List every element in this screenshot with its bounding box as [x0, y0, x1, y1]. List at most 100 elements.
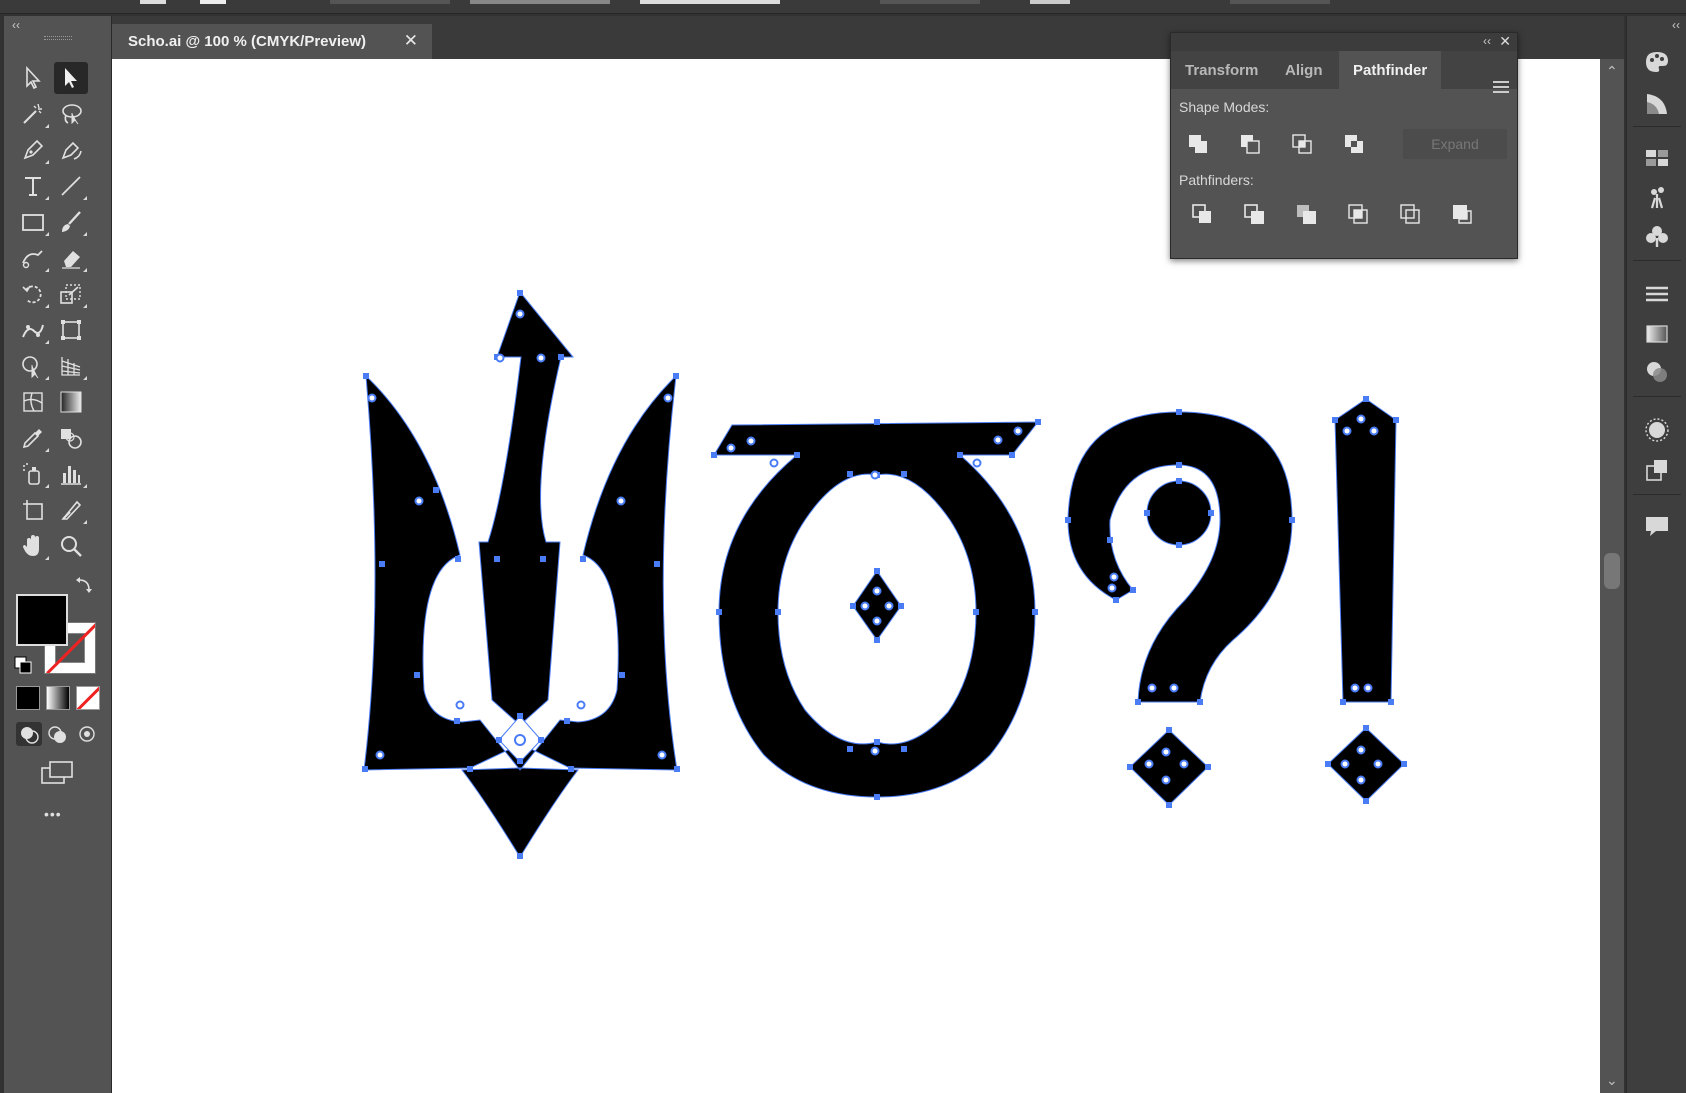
minus-back-button[interactable] [1447, 199, 1477, 229]
stroke-panel-button[interactable] [1641, 278, 1673, 310]
column-graph-tool[interactable] [54, 458, 88, 490]
zoom-tool[interactable] [54, 530, 88, 562]
control-stroke-swatch[interactable] [200, 0, 226, 4]
swap-fill-stroke-icon[interactable] [74, 576, 94, 596]
appearance-icon [1645, 418, 1669, 442]
free-transform-tool[interactable] [54, 314, 88, 346]
brushes-button[interactable] [1641, 182, 1673, 214]
control-field[interactable] [330, 0, 450, 4]
pathfinder-panel: ‹‹ ✕ Transform Align Pathfinder Shape Mo… [1170, 32, 1518, 259]
artboard-tool[interactable] [16, 494, 50, 526]
shape-builder-tool[interactable] [16, 350, 50, 382]
vertical-scrollbar[interactable]: ⌃ ⌄ [1600, 59, 1624, 1093]
shaper-tool[interactable] [16, 242, 50, 274]
scroll-up-icon[interactable]: ⌃ [1606, 63, 1618, 80]
lasso-tool[interactable] [54, 98, 88, 130]
unite-button[interactable] [1183, 129, 1213, 159]
eraser-tool[interactable] [54, 242, 88, 274]
panel-header[interactable]: ‹‹ ✕ [1171, 33, 1517, 51]
paintbrush-tool[interactable] [54, 206, 88, 238]
gradient-tool[interactable] [54, 386, 88, 418]
curvature-tool[interactable] [54, 134, 88, 166]
pathfinders-label: Pathfinders: [1179, 172, 1254, 188]
color-panel-button[interactable] [1641, 46, 1673, 78]
gradient-mode-button[interactable] [46, 686, 70, 710]
exclude-button[interactable] [1339, 129, 1369, 159]
scale-tool[interactable] [54, 278, 88, 310]
tab-align[interactable]: Align [1271, 51, 1337, 89]
rotate-tool[interactable] [16, 278, 50, 310]
outline-button[interactable] [1395, 199, 1425, 229]
tab-transform[interactable]: Transform [1171, 51, 1272, 89]
minus-front-button[interactable] [1235, 129, 1265, 159]
control-slider[interactable] [470, 0, 610, 4]
magic-wand-tool[interactable] [16, 98, 50, 130]
unite-icon [1189, 135, 1207, 153]
puppet-warp-tool[interactable] [16, 314, 50, 346]
color-mode-button[interactable] [16, 686, 40, 710]
hand-tool[interactable] [16, 530, 50, 562]
collapse-dock-icon[interactable]: ‹‹ [1672, 18, 1680, 32]
control-field[interactable] [640, 0, 780, 4]
shape-builder-icon [22, 356, 39, 379]
panel-dock: ‹‹ [1626, 16, 1686, 1093]
default-fill-stroke-icon[interactable] [14, 656, 32, 674]
rectangle-tool[interactable] [16, 206, 50, 238]
control-field[interactable] [1230, 0, 1330, 4]
crop-icon [1348, 204, 1368, 224]
mesh-tool[interactable] [16, 386, 50, 418]
color-guide-button[interactable] [1641, 88, 1673, 120]
magic-wand-icon [23, 103, 42, 124]
panel-menu-icon[interactable] [1493, 81, 1509, 93]
scroll-down-icon[interactable]: ⌄ [1606, 1072, 1618, 1089]
panel-grip[interactable] [44, 36, 72, 40]
selection-tool[interactable] [16, 62, 50, 94]
blend-tool[interactable] [54, 422, 88, 454]
tab-pathfinder[interactable]: Pathfinder [1339, 51, 1442, 89]
intersect-button[interactable] [1287, 129, 1317, 159]
edit-toolbar-icon[interactable]: ••• [44, 806, 62, 822]
direct-selection-tool[interactable] [54, 62, 88, 94]
transparency-button[interactable] [1641, 356, 1673, 388]
gradient-panel-button[interactable] [1641, 318, 1673, 350]
fill-swatch[interactable] [16, 594, 68, 646]
merge-button[interactable] [1291, 199, 1321, 229]
close-panel-icon[interactable]: ✕ [1499, 33, 1511, 50]
none-mode-button[interactable] [76, 686, 100, 710]
panel-tabs: Transform Align Pathfinder [1171, 51, 1517, 93]
appearance-button[interactable] [1641, 414, 1673, 446]
pen-nib-icon [23, 139, 44, 160]
dock-separator [1633, 126, 1681, 127]
expand-button[interactable]: Expand [1403, 129, 1507, 159]
trim-button[interactable] [1239, 199, 1269, 229]
gradient-panel-icon [1646, 325, 1668, 343]
perspective-grid-tool[interactable] [54, 350, 88, 382]
scroll-thumb[interactable] [1604, 553, 1620, 589]
control-fill-swatch[interactable] [140, 0, 166, 4]
slice-tool[interactable] [54, 494, 88, 526]
comments-button[interactable] [1641, 510, 1673, 542]
symbol-sprayer-tool[interactable] [16, 458, 50, 490]
pen-tool[interactable] [16, 134, 50, 166]
control-field[interactable] [1030, 0, 1070, 4]
graphic-styles-button[interactable] [1641, 454, 1673, 486]
divide-icon [1192, 204, 1211, 223]
brushes-icon [1650, 187, 1664, 209]
collapse-panel-icon[interactable]: ‹‹ [1483, 34, 1491, 48]
control-field[interactable] [880, 0, 980, 4]
eyedropper-tool[interactable] [16, 422, 50, 454]
symbols-button[interactable] [1641, 220, 1673, 252]
line-segment-tool[interactable] [54, 170, 88, 202]
perspective-grid-icon [61, 357, 81, 376]
document-tab[interactable]: Scho.ai @ 100 % (CMYK/Preview) ✕ [112, 24, 432, 59]
collapse-icon[interactable]: ‹‹ [12, 18, 20, 32]
merge-icon [1297, 205, 1316, 224]
draw-modes [16, 722, 100, 746]
screen-mode-icon[interactable] [40, 760, 74, 786]
trim-icon [1244, 204, 1264, 224]
swatches-button[interactable] [1641, 142, 1673, 174]
close-tab-icon[interactable]: ✕ [404, 31, 418, 51]
crop-button[interactable] [1343, 199, 1373, 229]
divide-button[interactable] [1187, 199, 1217, 229]
type-tool[interactable] [16, 170, 50, 202]
